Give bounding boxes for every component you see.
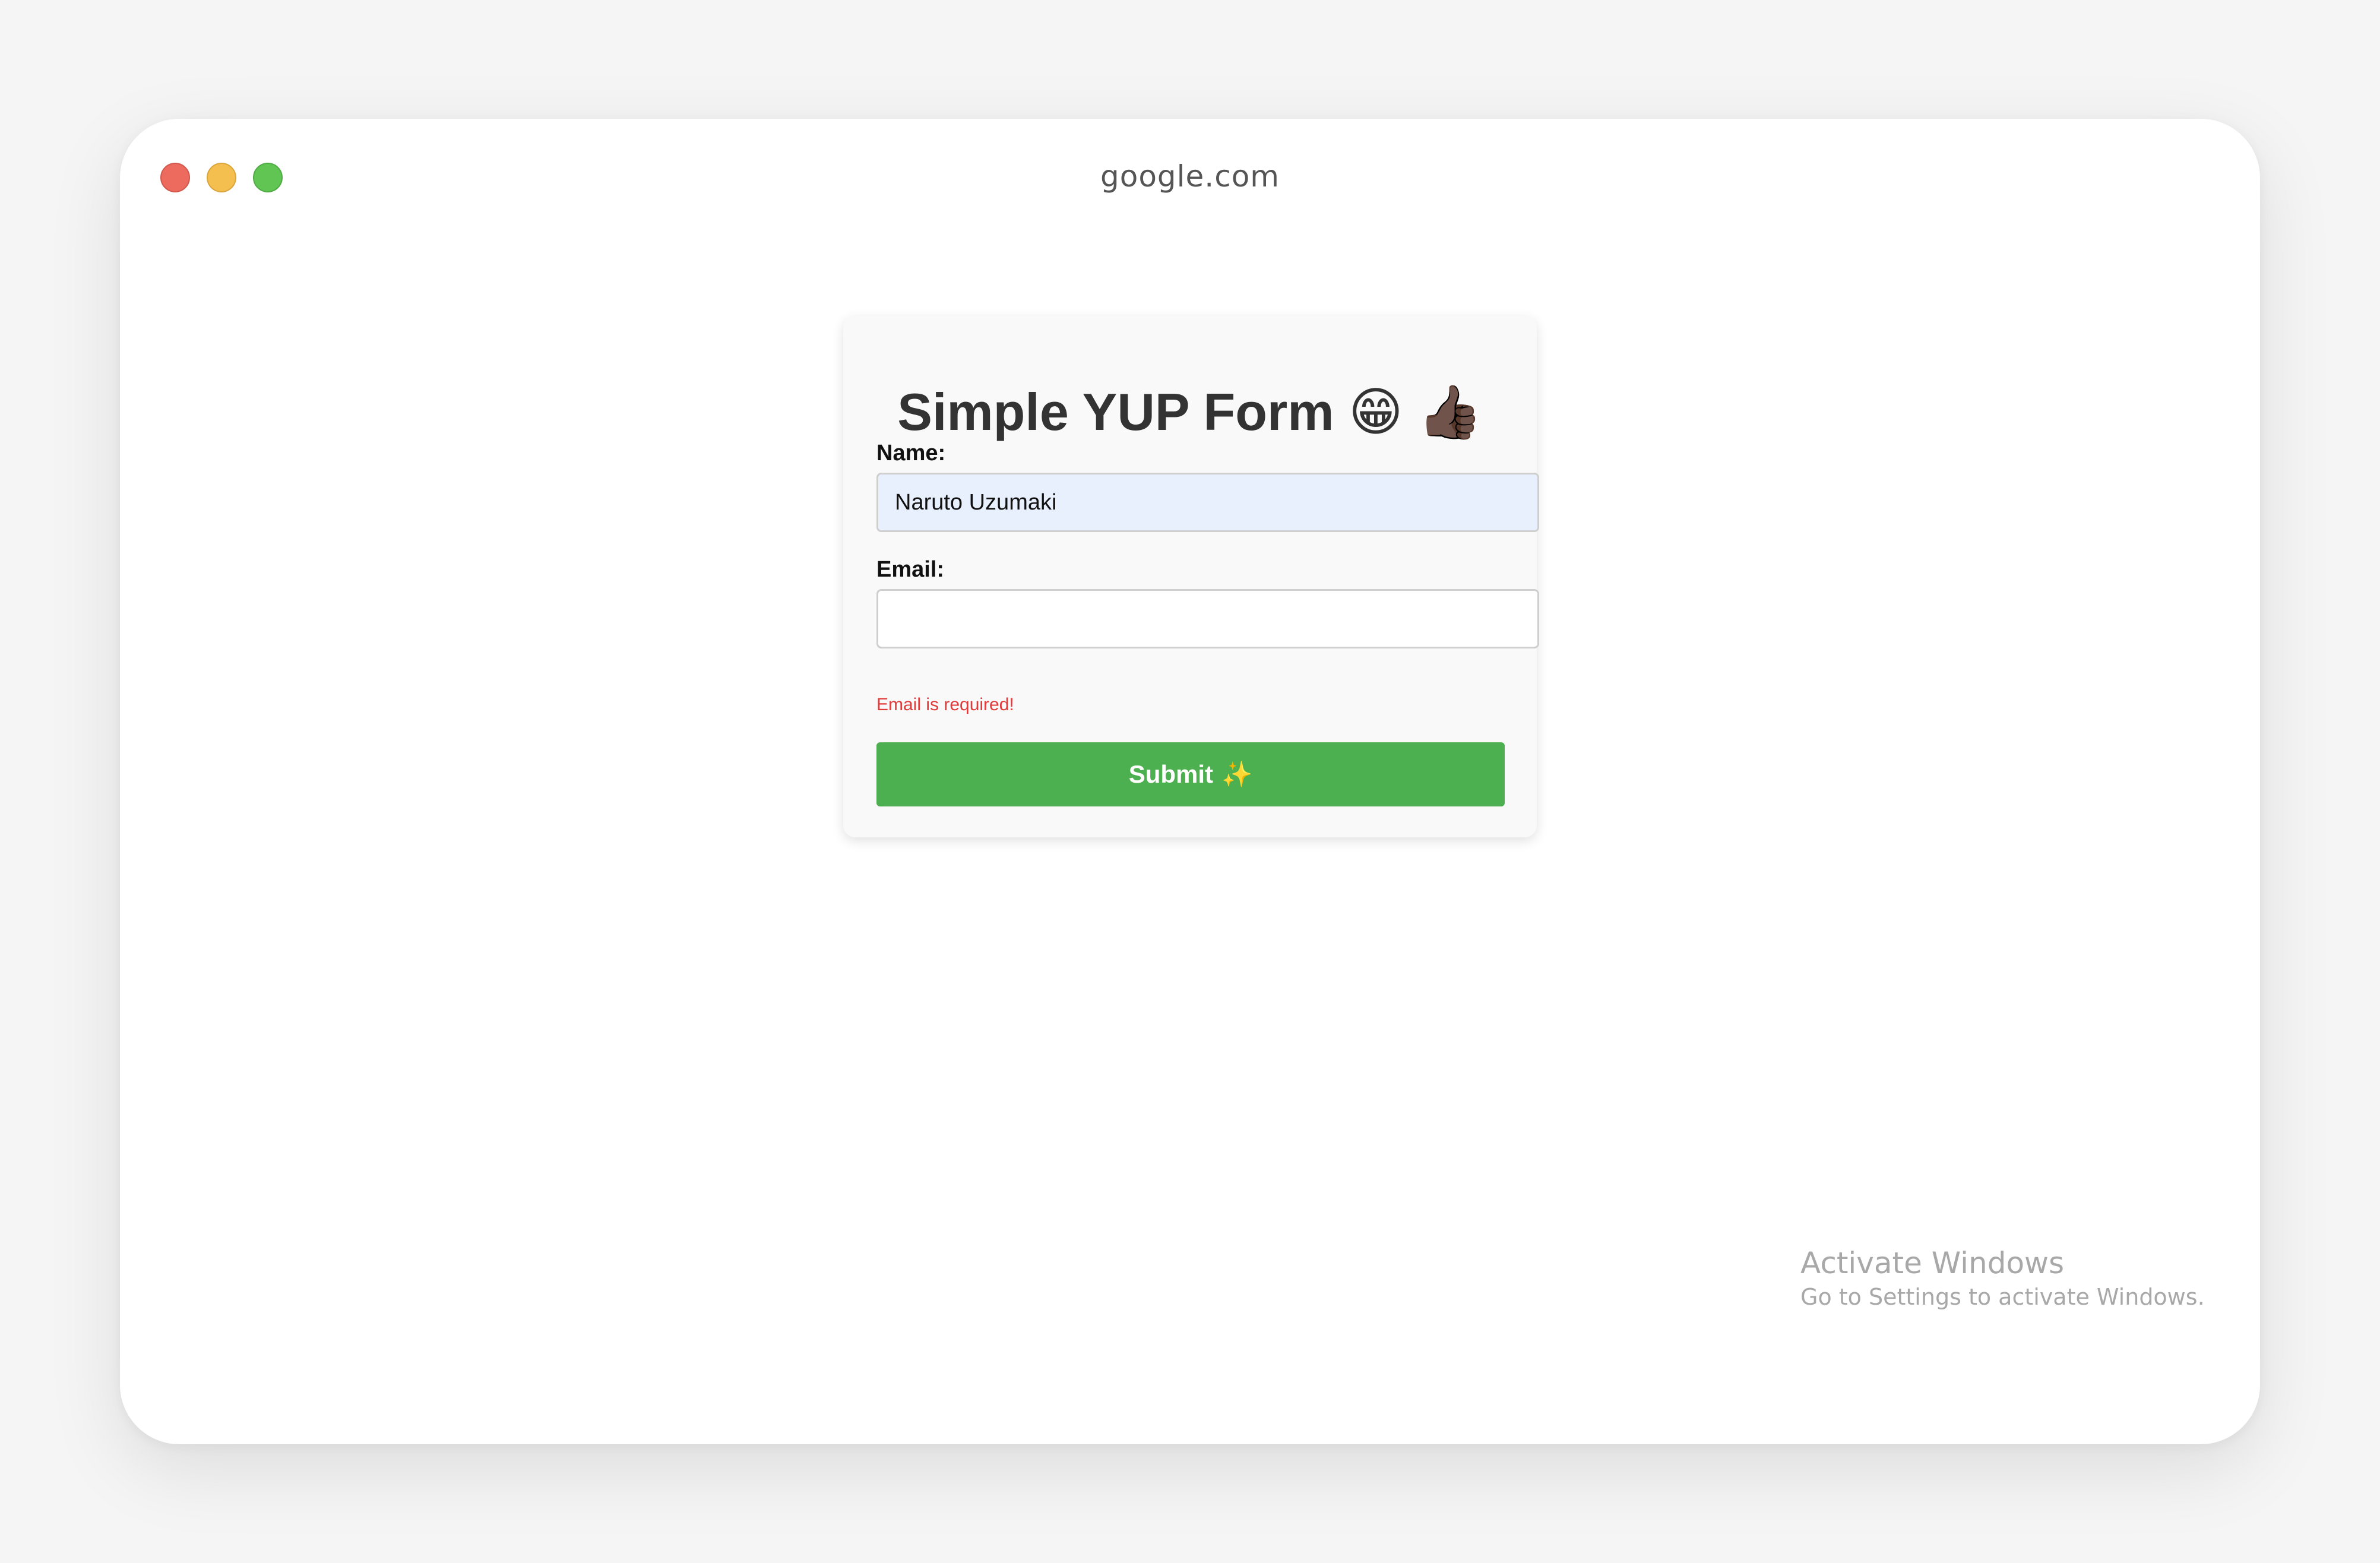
activate-windows-watermark: Activate Windows Go to Settings to activ… [1800, 1245, 2205, 1312]
email-error-message: Email is required! [876, 695, 1014, 714]
watermark-title: Activate Windows [1800, 1246, 2064, 1280]
form-title-text: Simple YUP Form [897, 382, 1334, 441]
email-input[interactable] [876, 589, 1539, 648]
grinning-face-icon: 😁 [1348, 381, 1403, 442]
submit-button[interactable]: Submit ✨ [876, 742, 1505, 806]
form-title: Simple YUP Form 😁 👍🏿 [843, 381, 1537, 443]
watermark-subtitle: Go to Settings to activate Windows. [1800, 1284, 2205, 1310]
name-label: Name: [876, 441, 946, 466]
url-label: google.com [1100, 159, 1280, 194]
sparkles-icon: ✨ [1221, 760, 1253, 789]
browser-window: google.com Simple YUP Form 😁 👍🏿 Name: Em… [120, 119, 2260, 1444]
email-label: Email: [876, 557, 945, 582]
thumbs-up-icon: 👍🏿 [1417, 381, 1483, 442]
name-input[interactable] [876, 473, 1539, 532]
form-card: Simple YUP Form 😁 👍🏿 Name: Email: Email … [843, 316, 1539, 837]
submit-button-label: Submit [1128, 760, 1214, 788]
